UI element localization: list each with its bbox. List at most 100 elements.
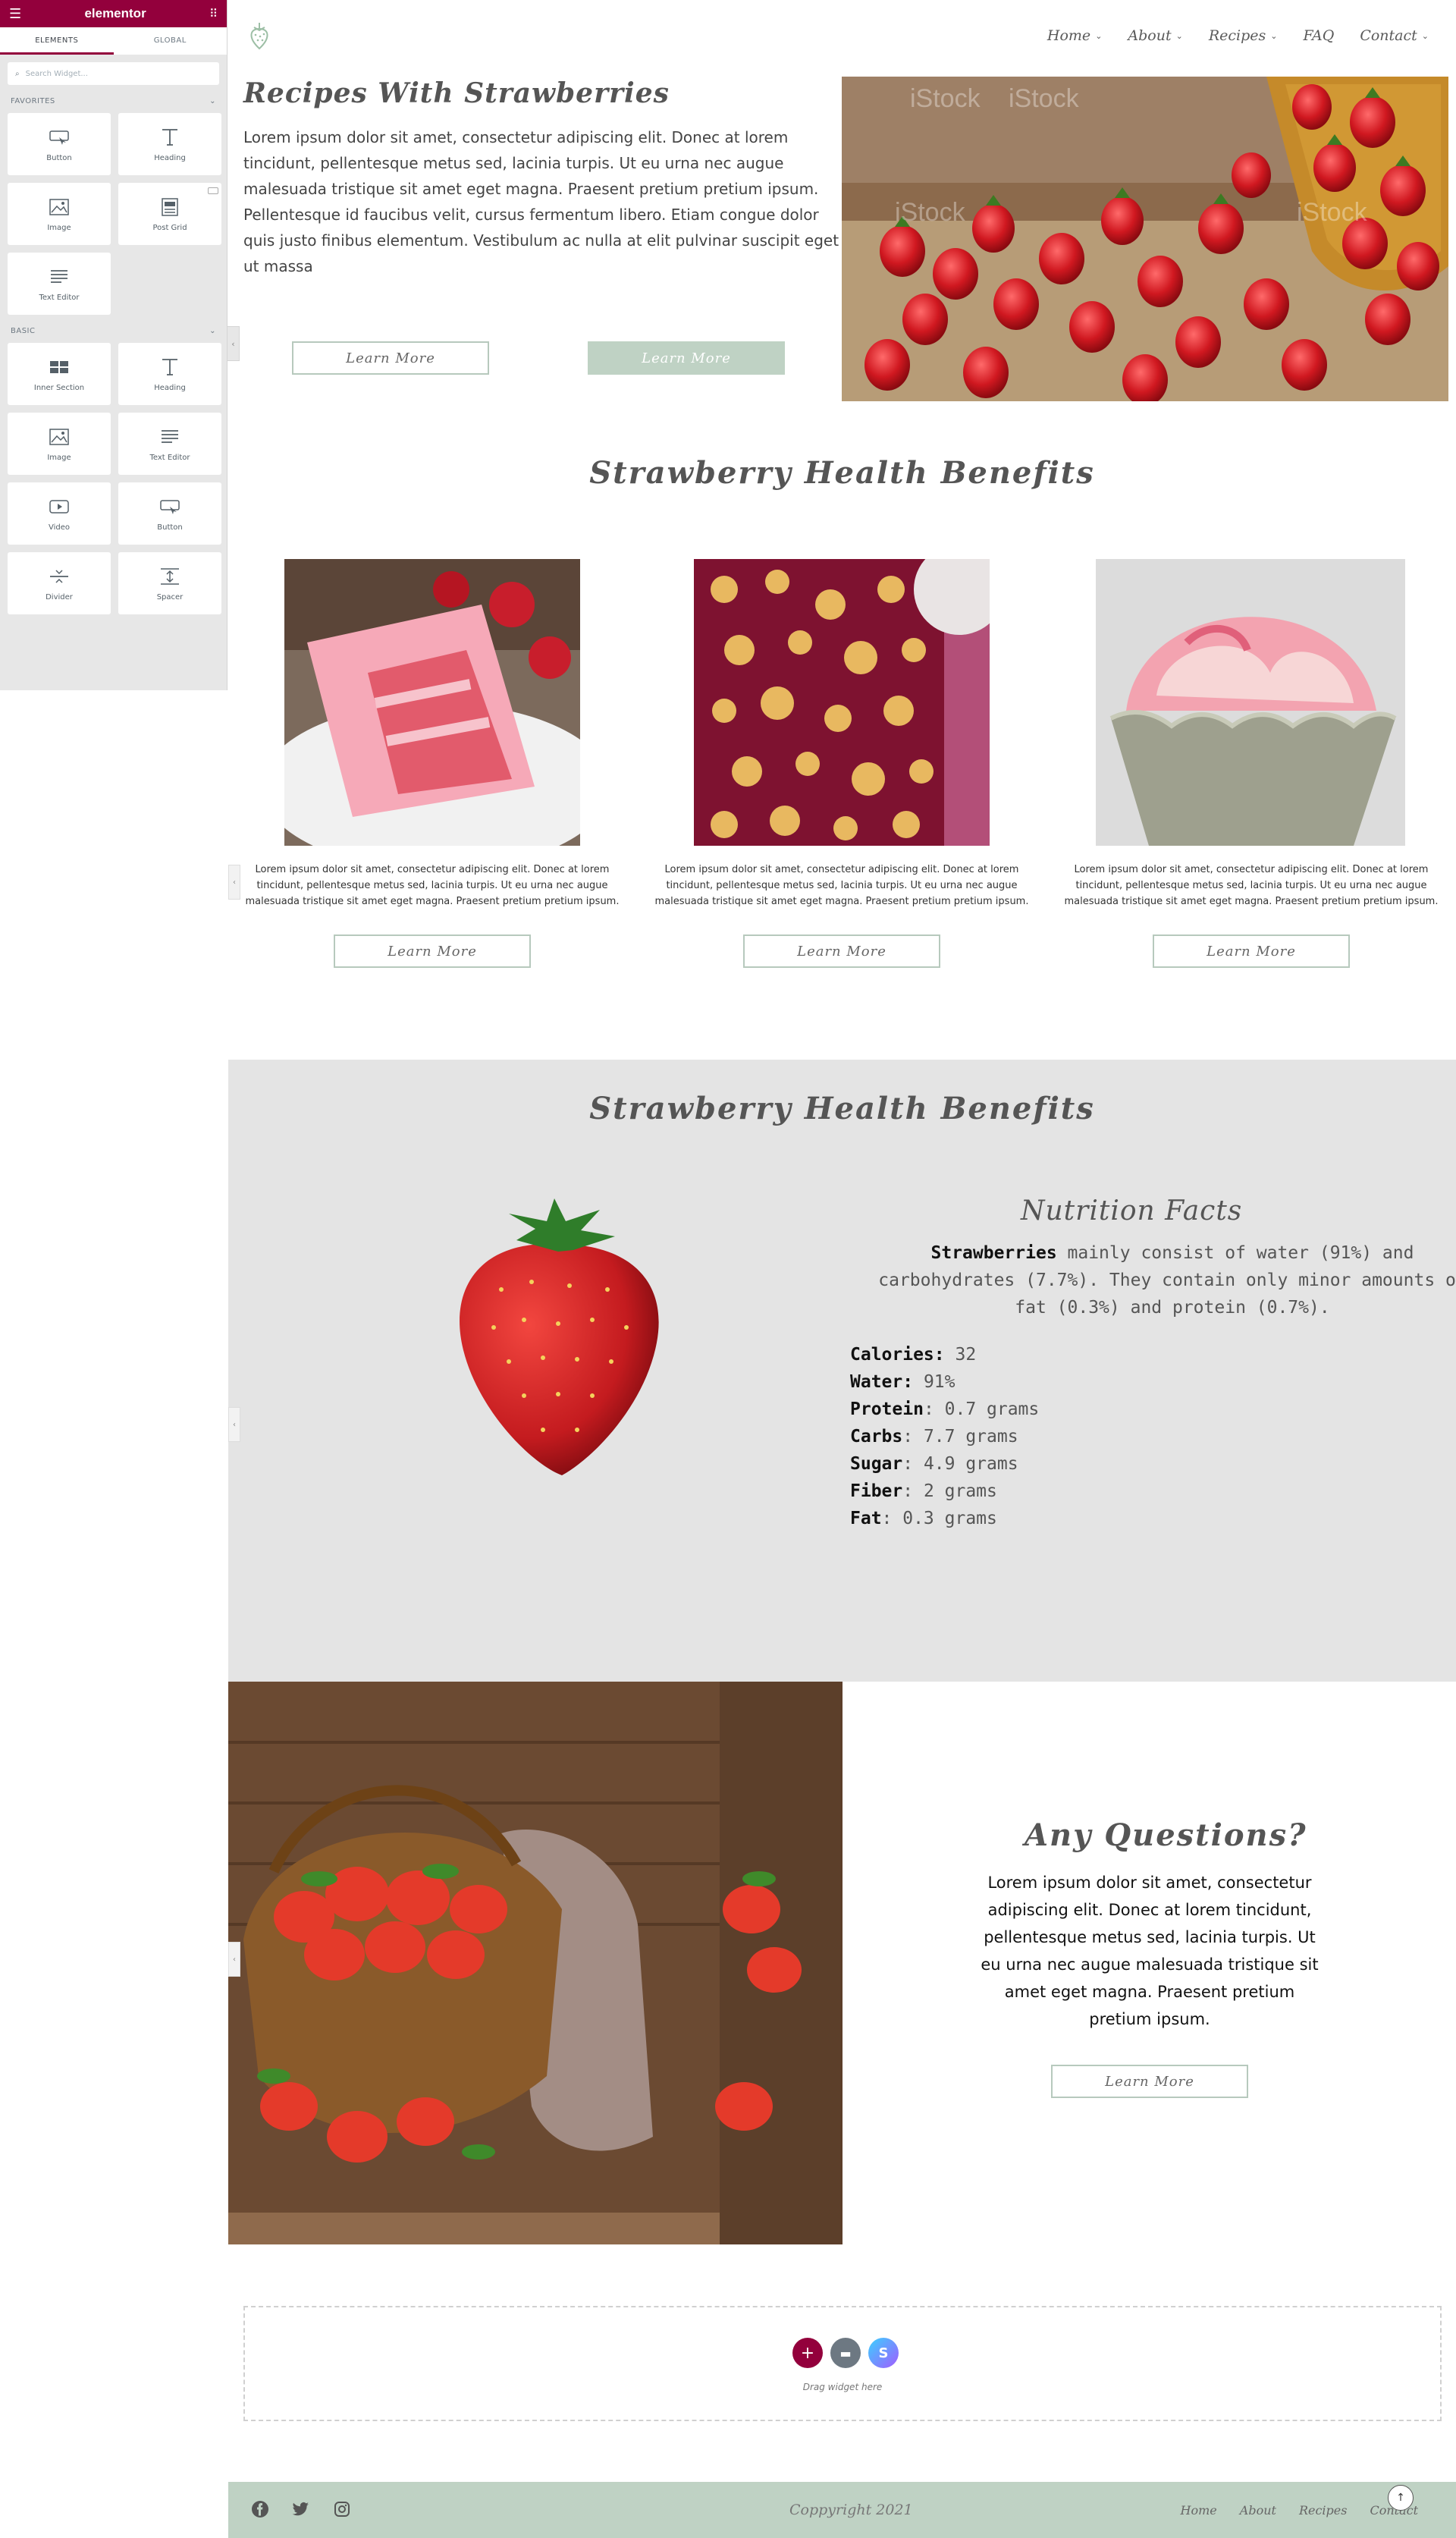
pro-badge-icon [208,187,218,194]
hero-learn-more-button-filled[interactable]: Learn More [588,341,785,375]
editor-tabs: ELEMENTS GLOBAL [0,27,227,55]
widget-text-editor-basic[interactable]: Text Editor [118,413,221,475]
strawberry-image [460,1198,659,1475]
hero-strawberries-image: iStock iStock iStock iStock [842,77,1448,401]
add-template-button[interactable]: ▬ [830,2338,861,2368]
tab-elements[interactable]: ELEMENTS [0,27,114,55]
elementor-add-section-dropzone[interactable]: + ▬ S Drag widget here [243,2306,1442,2421]
scroll-to-top-button[interactable]: ↑ [1388,2485,1414,2511]
category-basic[interactable]: BASIC ⌄ [0,319,227,343]
tab-global[interactable]: GLOBAL [114,27,228,55]
fact-label: Fat [850,1509,882,1528]
card-learn-more-button[interactable]: Learn More [334,934,531,968]
page-canvas: Home ⌄ About ⌄ Recipes ⌄ FAQ Contact ⌄ Recip… [228,0,1456,2538]
fact-label: Protein [850,1399,924,1419]
nav-item-faq[interactable]: FAQ [1303,27,1334,44]
strawberry-basket-illustration [228,1682,843,2244]
dropzone-label: Drag widget here [802,2382,883,2392]
widget-divider[interactable]: Divider [8,552,111,614]
questions-learn-more-button[interactable]: Learn More [1051,2065,1248,2098]
add-section-button[interactable]: + [792,2338,823,2368]
widget-label: Heading [154,383,186,392]
widget-label: Post Grid [152,223,187,232]
hero-text: Lorem ipsum dolor sit amet, consectetur … [243,128,839,275]
card-learn-more-button[interactable]: Learn More [1153,934,1350,968]
benefits-title: Strawberry Health Benefits [589,455,1095,491]
section-handle[interactable]: ‹ [228,865,240,900]
chevron-left-icon: ‹ [233,1955,236,1964]
widget-button[interactable]: Button [8,113,111,175]
fact-value: 91% [913,1372,956,1392]
fact-value: 32 [944,1345,977,1365]
nav-item-contact[interactable]: Contact ⌄ [1360,27,1429,44]
fact-row: Fiber: 2 grams [850,1478,1039,1505]
widget-image-basic[interactable]: Image [8,413,111,475]
questions-title: Any Questions? [1025,1817,1307,1853]
widget-spacer[interactable]: Spacer [118,552,221,614]
category-favorites[interactable]: FAVORITES ⌄ [0,90,227,113]
hero-learn-more-button[interactable]: Learn More [292,341,489,375]
grid-icon[interactable]: ⠿ [209,7,218,20]
widget-text-editor[interactable]: Text Editor [8,253,111,315]
widget-label: Image [47,223,71,232]
strawberry-logo-icon[interactable] [243,20,275,52]
fact-value: : 0.7 grams [923,1399,1040,1419]
fact-label: Calories: [850,1345,945,1365]
watermark-text: iStock [910,84,981,113]
spacer-widget-icon [161,567,179,585]
editor-brand: elementor [84,6,146,20]
widget-label: Image [47,453,71,462]
watermark-text: iStock [1009,84,1080,113]
fact-value: : 7.7 grams [902,1427,1018,1446]
editor-header: ☰ elementor ⠿ [0,0,227,27]
nav-item-recipes[interactable]: Recipes ⌄ [1209,27,1278,44]
instagram-icon[interactable] [333,2500,351,2518]
nutrition-intro: Strawberries mainly consist of water (91… [858,1239,1456,1321]
fact-label: Fiber [850,1481,903,1501]
social-icons [251,2500,351,2518]
fact-value: : 0.3 grams [881,1509,997,1528]
nav-label: Recipes [1208,27,1266,44]
footer-link-about[interactable]: About [1240,2503,1276,2518]
text-editor-widget-icon [51,269,67,283]
widget-label: Text Editor [149,453,190,462]
section-handle[interactable]: ‹ [228,1407,240,1442]
post-grid-widget-icon [162,197,178,216]
widget-heading[interactable]: Heading [118,113,221,175]
widget-heading-basic[interactable]: Heading [118,343,221,405]
watermark-text: iStock [895,198,966,227]
widget-video[interactable]: Video [8,482,111,545]
footer-link-home[interactable]: Home [1181,2503,1217,2518]
widget-label: Button [46,153,72,162]
category-favorites-label: FAVORITES [11,97,55,105]
image-widget-icon [49,428,69,445]
nav-label: Contact [1360,27,1417,44]
widget-button-basic[interactable]: Button [118,482,221,545]
section-handle[interactable]: ‹ [228,1942,240,1977]
heading-widget-icon [162,358,177,375]
button-widget-icon [49,130,69,145]
widget-image[interactable]: Image [8,183,111,245]
twitter-icon[interactable] [292,2500,310,2518]
fact-label: Water: [850,1372,914,1392]
footer-link-recipes[interactable]: Recipes [1299,2503,1348,2518]
button-widget-icon [160,499,180,514]
fact-label: Sugar [850,1454,903,1474]
fact-value: : 2 grams [902,1481,997,1501]
search-icon: ⌕ [15,69,20,78]
inner-section-widget-icon [50,360,68,373]
facebook-icon[interactable] [251,2500,269,2518]
image-widget-icon [49,198,69,215]
starter-templates-button[interactable]: S [868,2338,899,2368]
strawberry-basket-image [228,1682,843,2244]
templates-icon: S [878,2345,889,2361]
widget-inner-section[interactable]: Inner Section [8,343,111,405]
nav-item-about[interactable]: About ⌄ [1128,27,1182,44]
nav-item-home[interactable]: Home ⌄ [1047,27,1103,44]
widget-post-grid[interactable]: Post Grid [118,183,221,245]
hamburger-icon[interactable]: ☰ [9,6,21,22]
widget-label: Button [157,523,183,532]
widget-search-input[interactable]: ⌕ Search Widget... [8,62,219,85]
fact-row: Fat: 0.3 grams [850,1505,1039,1532]
card-learn-more-button[interactable]: Learn More [743,934,940,968]
